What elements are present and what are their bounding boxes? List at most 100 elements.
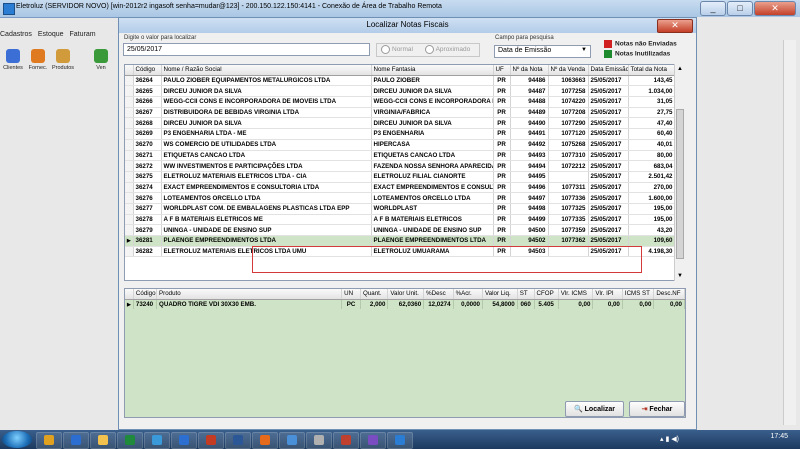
grid2-header-0[interactable]: Código [133,289,158,300]
taskbar-app[interactable] [306,432,332,449]
grid1-header-6[interactable]: Data Emissão [588,65,629,76]
taskbar-app[interactable] [333,432,359,449]
taskbar-app[interactable] [63,432,89,449]
menu-faturamento[interactable]: Faturam [70,31,96,38]
background-scrollbar[interactable] [783,40,796,425]
fechar-button[interactable]: ⇥ Fechar [629,401,685,417]
scroll-up-icon[interactable]: ▲ [677,66,683,72]
field-select[interactable]: Data de Emissão ▼ [494,45,591,58]
tool-produtos[interactable]: Produtos [52,46,74,71]
row-selector[interactable]: ▶ [125,299,134,310]
grid2-header-2[interactable]: UN [341,289,362,300]
grid2-header-4[interactable]: Valor Unit. [387,289,425,300]
invoice-row[interactable]: 36267 DISTRIBUIDORA DE BEBIDAS VIRGINIA L… [125,107,676,119]
taskbar-app[interactable] [36,432,62,449]
close-button[interactable]: ✕ [754,1,796,16]
grid-scrollbar[interactable]: ▲ ▼ [674,64,686,281]
grid1-cell: 1077208 [548,107,589,119]
grid1-header-5[interactable]: Nº da Venda [548,65,589,76]
grid2-header-9[interactable]: CFOP [534,289,559,300]
taskbar-app[interactable] [198,432,224,449]
taskbar-app[interactable] [252,432,278,449]
invoice-row[interactable]: 36279 UNINGA - UNIDADE DE ENSINO SUP UNING… [125,224,676,236]
invoice-row[interactable]: 36270 WS COMERCIO DE UTILIDADES LTDA HIPER… [125,139,676,151]
row-selector[interactable] [125,150,134,162]
grid1-header-7[interactable]: Total da Nota [628,65,676,76]
maximize-button[interactable]: □ [727,1,753,16]
dialog-close-button[interactable]: ✕ [657,19,693,33]
radio-normal[interactable] [381,44,390,54]
radio-aproximado[interactable] [424,44,434,54]
grid1-cell: WS COMERCIO DE UTILIDADES LTDA [161,139,372,151]
grid1-header-0[interactable]: Código [133,65,162,76]
row-selector[interactable] [125,192,134,204]
grid2-header-11[interactable]: Vlr. IPI [592,289,623,300]
localizar-button[interactable]: 🔍 Localizar [565,401,624,417]
taskbar-app[interactable] [279,432,305,449]
menu-estoque[interactable]: Estoque [38,31,64,38]
search-input[interactable] [123,43,370,56]
row-selector[interactable] [125,224,134,236]
invoice-row[interactable]: 36268 DIRCEU JUNIOR DA SILVA DIRCEU JUNIOR… [125,117,676,130]
taskbar-app[interactable] [144,432,170,449]
grid2-header-3[interactable]: Quant. [360,289,389,300]
menu-cadastros[interactable]: Cadastros [0,31,32,38]
row-selector[interactable] [125,85,134,98]
grid2-header-5[interactable]: %Desc [423,289,454,300]
tray-icons[interactable]: ▴ ▮ ◀) [660,435,679,443]
taskbar-app[interactable] [90,432,116,449]
row-selector[interactable] [125,171,134,183]
chevron-down-icon: ▼ [581,47,587,53]
row-selector[interactable] [125,128,134,140]
invoice-row[interactable]: 36276 LOTEAMENTOS ORCELLO LTDA LOTEAMENTOS… [125,192,676,204]
tool-vendas[interactable]: Ven [90,46,112,71]
grid2-header-10[interactable]: Vlr. ICMS [558,289,594,300]
taskbar-app[interactable] [387,432,413,449]
grid2-header-12[interactable]: ICMS ST [622,289,655,300]
grid1-header-1[interactable]: Nome / Razão Social [161,65,372,76]
invoice-row[interactable]: 36272 WW INVESTIMENTOS E PARTICIPAÇÕES LT… [125,160,676,172]
invoice-row[interactable]: 36271 ETIQUETAS CANCAO LTDA ETIQUETAS CANC… [125,150,676,162]
grid1-header-2[interactable]: Nome Fantasia [371,65,494,76]
row-selector[interactable] [125,160,134,172]
taskbar-app[interactable] [171,432,197,449]
items-grid[interactable]: Código Produto UN Quant. Valor Unit. %Desc %Ac… [124,288,686,418]
invoice-row[interactable]: ▶ 36281 PLAENGE EMPREENDIMENTOS LTDA PLAENG… [125,235,676,247]
invoice-row[interactable]: 36266 WEGG-CCII CONS E INCORPORADORA DE I… [125,96,676,108]
grid2-header-8[interactable]: ST [517,289,535,300]
invoice-row[interactable]: 36278 A F B MATERIAIS ELETRICOS ME A F B M… [125,214,676,226]
invoice-row[interactable]: 36269 P3 ENGENHARIA LTDA - ME P3 ENGENHARI… [125,128,676,140]
row-selector[interactable] [125,214,134,226]
invoice-row[interactable]: 36265 DIRCEU JUNIOR DA SILVA DIRCEU JUNIOR… [125,85,676,98]
invoice-row[interactable]: 36275 ELETROLUZ MATERIAIS ELETRICOS LTDA … [125,171,676,183]
row-selector[interactable] [125,139,134,151]
row-selector[interactable] [125,107,134,119]
scroll-down-icon[interactable]: ▼ [677,273,683,279]
invoice-row[interactable]: 36264 PAULO ZIOBER EQUIPAMENTOS METALURGI… [125,75,676,87]
row-selector[interactable] [125,246,134,258]
minimize-button[interactable]: _ [700,1,726,16]
row-selector[interactable] [125,182,134,194]
item-row[interactable]: ▶ 73240 QUADRO TIGRE VDI 30X30 EMB. PC 2,000… [125,299,685,310]
start-button[interactable] [2,431,32,448]
row-selector[interactable] [125,75,134,87]
row-selector[interactable]: ▶ [125,235,134,247]
taskbar-app[interactable] [225,432,251,449]
invoice-row[interactable]: 36277 WORLDPLAST COM. DE EMBALAGENS PLAST… [125,203,676,215]
grid2-header-1[interactable]: Produto [156,289,343,300]
grid1-header-4[interactable]: Nº da Nota [510,65,549,76]
row-selector[interactable] [125,203,134,215]
taskbar-app[interactable] [360,432,386,449]
tool-fornecedores[interactable]: Fornec. [27,46,49,71]
grid2-header-6[interactable]: %Acr. [453,289,484,300]
legend-not-sent: Notas não Enviadas [604,40,677,48]
grid2-header-7[interactable]: Valor Liq. [482,289,518,300]
row-selector[interactable] [125,117,134,130]
scroll-thumb[interactable] [676,109,684,259]
invoice-row[interactable]: 36274 EXACT EMPREENDIMENTOS E CONSULTORIA… [125,182,676,194]
grid1-header-3[interactable]: UF [493,65,511,76]
tool-clientes[interactable]: Clientes [2,46,24,71]
row-selector[interactable] [125,96,134,108]
grid2-header-13[interactable]: Desc.NF [653,289,685,300]
taskbar-app[interactable] [117,432,143,449]
